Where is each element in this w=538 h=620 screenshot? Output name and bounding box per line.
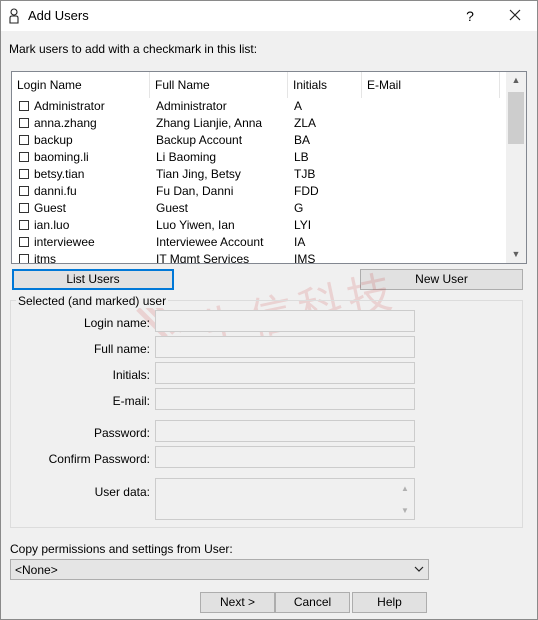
table-row[interactable]: itms IT Mgmt Services IMS <box>12 251 506 264</box>
help-button[interactable]: Help <box>352 592 427 613</box>
user-list[interactable]: Login Name Full Name Initials E-Mail Adm… <box>11 71 527 264</box>
row-checkbox[interactable] <box>19 101 29 111</box>
column-header-login[interactable]: Login Name <box>12 72 150 98</box>
table-row[interactable]: Guest Guest G <box>12 200 506 217</box>
row-checkbox[interactable] <box>19 220 29 230</box>
table-row[interactable]: danni.fu Fu Dan, Danni FDD <box>12 183 506 200</box>
cell-fullname: Luo Yiwen, Ian <box>156 218 235 232</box>
full-name-label: Full name: <box>93 342 150 356</box>
password-label: Password: <box>93 426 150 440</box>
table-row[interactable]: baoming.li Li Baoming LB <box>12 149 506 166</box>
row-checkbox[interactable] <box>19 152 29 162</box>
copy-from-user-select[interactable]: <None> <box>10 559 429 580</box>
row-checkbox[interactable] <box>19 254 29 263</box>
cell-initials: FDD <box>294 184 319 198</box>
email-label: E-mail: <box>112 394 150 408</box>
cell-initials: IA <box>294 235 306 249</box>
add-users-dialog: Add Users ? Mark users to add with a che… <box>0 0 538 620</box>
password-field[interactable] <box>155 420 415 442</box>
confirm-password-label: Confirm Password: <box>48 452 150 466</box>
column-header-fullname[interactable]: Full Name <box>150 72 288 98</box>
cell-login: backup <box>34 133 73 147</box>
list-header: Login Name Full Name Initials E-Mail <box>12 72 506 98</box>
cell-initials: BA <box>294 133 311 147</box>
cell-login: itms <box>34 252 56 264</box>
window-title: Add Users <box>28 8 89 23</box>
cell-fullname: Li Baoming <box>156 150 217 164</box>
cell-initials: IMS <box>294 252 316 264</box>
copy-from-user-value: <None> <box>15 563 58 577</box>
user-data-label: User data: <box>94 485 150 499</box>
copy-settings-label: Copy permissions and settings from User: <box>10 542 233 556</box>
table-row[interactable]: ian.luo Luo Yiwen, Ian LYI <box>12 217 506 234</box>
scroll-down-icon[interactable]: ▼ <box>506 246 526 263</box>
cell-initials: G <box>294 201 304 215</box>
cell-login: baoming.li <box>34 150 89 164</box>
cell-login: ian.luo <box>34 218 70 232</box>
column-header-initials[interactable]: Initials <box>288 72 362 98</box>
cell-login: interviewee <box>34 235 95 249</box>
cell-fullname: Backup Account <box>156 133 243 147</box>
table-row[interactable]: backup Backup Account BA <box>12 132 506 149</box>
user-icon <box>9 8 19 24</box>
scroll-up-icon[interactable]: ▲ <box>506 72 526 89</box>
title-bar: Add Users ? <box>1 1 537 31</box>
cell-fullname: IT Mgmt Services <box>156 252 250 264</box>
list-rows: Administrator Administrator A anna.zhang… <box>12 98 506 264</box>
cell-initials: LYI <box>294 218 312 232</box>
cell-fullname: Guest <box>156 201 189 215</box>
cell-login: betsy.tian <box>34 167 85 181</box>
table-row[interactable]: Administrator Administrator A <box>12 98 506 115</box>
cancel-button[interactable]: Cancel <box>275 592 350 613</box>
initials-field[interactable] <box>155 362 415 384</box>
cell-login: anna.zhang <box>34 116 97 130</box>
login-name-label: Login name: <box>83 316 150 330</box>
table-row[interactable]: anna.zhang Zhang Lianjie, Anna ZLA <box>12 115 506 132</box>
textarea-scroll-down-icon[interactable]: ▼ <box>398 504 412 518</box>
close-button[interactable] <box>499 1 533 31</box>
title-help-button[interactable]: ? <box>456 1 484 31</box>
group-title: Selected (and marked) user <box>16 294 169 308</box>
cell-fullname: Administrator <box>156 99 227 113</box>
email-field[interactable] <box>155 388 415 410</box>
login-name-field[interactable] <box>155 310 415 332</box>
cell-initials: LB <box>294 150 309 164</box>
cell-initials: A <box>294 99 303 113</box>
chevron-down-icon <box>414 566 424 572</box>
table-row[interactable]: interviewee Interviewee Account IA <box>12 234 506 251</box>
full-name-field[interactable] <box>155 336 415 358</box>
initials-label: Initials: <box>112 368 150 382</box>
row-checkbox[interactable] <box>19 237 29 247</box>
cell-fullname: Interviewee Account <box>156 235 264 249</box>
column-header-email[interactable]: E-Mail <box>362 72 500 98</box>
cell-initials: ZLA <box>294 116 317 130</box>
cell-initials: TJB <box>294 167 316 181</box>
close-icon <box>509 9 521 21</box>
instruction-text: Mark users to add with a checkmark in th… <box>9 42 258 56</box>
cell-fullname: Fu Dan, Danni <box>156 184 234 198</box>
cell-login: Administrator <box>34 99 105 113</box>
new-user-button[interactable]: New User <box>360 269 523 290</box>
row-checkbox[interactable] <box>19 169 29 179</box>
cell-login: danni.fu <box>34 184 77 198</box>
table-row[interactable]: betsy.tian Tian Jing, Betsy TJB <box>12 166 506 183</box>
next-button[interactable]: Next > <box>200 592 275 613</box>
row-checkbox[interactable] <box>19 118 29 128</box>
textarea-scroll-up-icon[interactable]: ▲ <box>398 482 412 496</box>
confirm-password-field[interactable] <box>155 446 415 468</box>
cell-login: Guest <box>34 201 67 215</box>
user-data-field[interactable]: ▲ ▼ <box>155 478 415 520</box>
cell-fullname: Tian Jing, Betsy <box>156 167 241 181</box>
row-checkbox[interactable] <box>19 135 29 145</box>
row-checkbox[interactable] <box>19 186 29 196</box>
scroll-thumb[interactable] <box>508 92 524 144</box>
list-users-button[interactable]: List Users <box>12 269 174 290</box>
cell-fullname: Zhang Lianjie, Anna <box>156 116 263 130</box>
list-scrollbar[interactable]: ▲ ▼ <box>506 72 526 263</box>
row-checkbox[interactable] <box>19 203 29 213</box>
